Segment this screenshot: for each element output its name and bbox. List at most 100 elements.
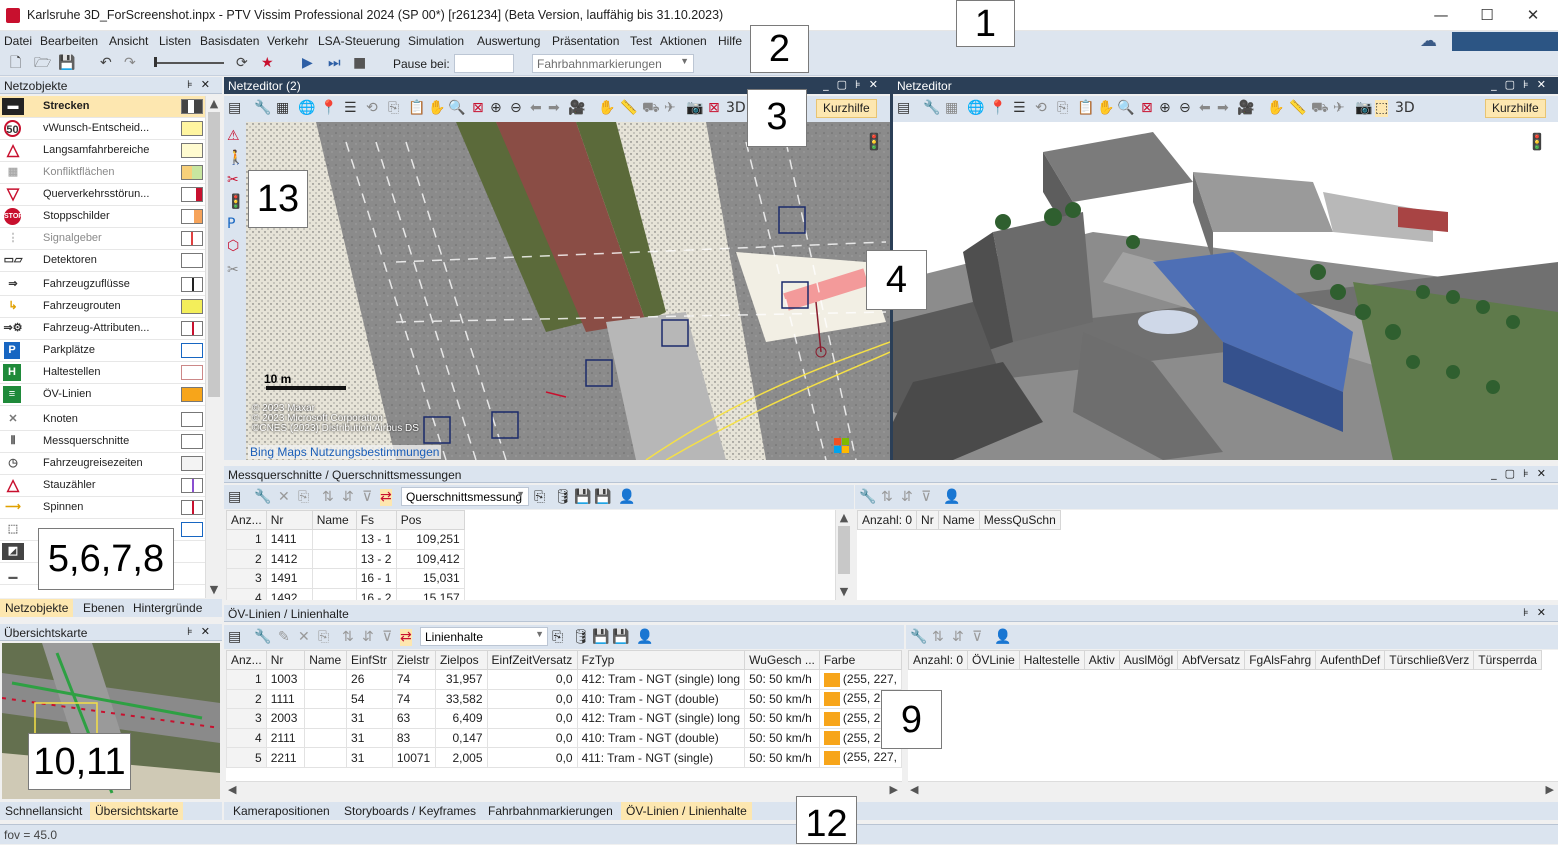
maximize-button[interactable]: ☐ [1464, 0, 1510, 31]
col-header[interactable]: Name [304, 650, 348, 670]
oev-list-select[interactable]: Linienhalte ▼ [420, 627, 548, 646]
panel-pin-close-icon[interactable]: ⊧✕ [187, 625, 218, 638]
col-header[interactable]: MessQuSchn [978, 510, 1061, 530]
editor3d-canvas[interactable]: 🚦 [893, 122, 1558, 460]
menu-test[interactable]: Test [630, 34, 652, 48]
wrench-icon[interactable]: 🔧 [254, 629, 271, 646]
list-item[interactable]: ⇒ Fahrzeugzuflüsse [0, 274, 206, 296]
signal-control-icon[interactable]: 🚦 [1527, 132, 1547, 152]
tab-fahrbahnmarkierungen[interactable]: Fahrbahnmarkierungen [483, 802, 618, 820]
list-item[interactable]: ▦ Konfliktflächen [0, 162, 206, 184]
sync-icon[interactable]: ⇄ [400, 629, 412, 646]
zoom-out-icon[interactable]: ⊖ [1179, 100, 1191, 117]
menu-basisdaten[interactable]: Basisdaten [200, 34, 259, 48]
table-row[interactable]: 5 2211 31 10071 2,005 0,0 411: Tram - NGT (sin… [226, 747, 902, 768]
copy-icon[interactable]: ⎘ [388, 100, 399, 117]
cell[interactable]: 15,157 [395, 587, 465, 600]
tab-schnellansicht[interactable]: Schnellansicht [0, 802, 87, 820]
col-header[interactable]: Haltestelle [1018, 650, 1085, 670]
table-row[interactable]: 4 1492 16 - 2 15,157 [226, 587, 465, 600]
filter-icon[interactable]: ⊽ [382, 629, 392, 646]
cell[interactable] [304, 688, 348, 710]
table-row[interactable]: 1 1003 26 74 31,957 0,0 412: Tram - NGT (singl… [226, 669, 902, 690]
cell[interactable]: 1412 [265, 548, 313, 570]
cell[interactable]: 16 - 1 [355, 568, 397, 589]
col-header[interactable]: Aktiv [1083, 650, 1120, 670]
table-row[interactable]: 4 2111 31 83 0,147 0,0 410: Tram - NGT (double… [226, 727, 902, 749]
style-swatch[interactable] [181, 478, 203, 493]
copy-list-icon[interactable]: ⎘ [534, 489, 545, 506]
save-icon[interactable]: 💾 [58, 55, 75, 72]
cell[interactable]: 2003 [265, 708, 306, 729]
list-item[interactable]: ≡ ÖV-Linien [0, 384, 206, 406]
zoom-in-icon[interactable]: ⊕ [1159, 100, 1171, 117]
cell[interactable]: 0,0 [486, 688, 578, 710]
style-swatch[interactable] [181, 412, 203, 427]
list-item[interactable]: ✕ Knoten [0, 409, 206, 431]
layers-icon[interactable]: ☰ [344, 100, 357, 117]
cell[interactable]: 109,251 [395, 529, 465, 550]
cell[interactable]: 1492 [265, 587, 313, 600]
add-user-icon[interactable]: 👤 [618, 489, 635, 506]
warning-icon[interactable]: ⚠ [227, 128, 240, 145]
undo-icon[interactable]: ↶ [100, 55, 112, 72]
save-as-icon[interactable]: 💾 [612, 629, 629, 646]
menu-auswertung[interactable]: Auswertung [477, 34, 540, 48]
scroll-down-icon[interactable]: ▼ [206, 582, 222, 598]
cell[interactable]: 411: Tram - NGT (single) [576, 747, 746, 768]
style-swatch[interactable] [181, 343, 203, 358]
list-item[interactable]: ▽ Querverkehrsstörun... [0, 184, 206, 206]
col-header[interactable]: AuslMögl [1118, 650, 1179, 670]
cell[interactable]: 412: Tram - NGT (single) long [576, 708, 746, 729]
cell[interactable]: 412: Tram - NGT (single) long [576, 669, 746, 690]
cell[interactable]: 50: 50 km/h [744, 727, 820, 749]
measure-icon[interactable]: 📏 [1289, 100, 1306, 117]
camera-icon[interactable]: 🎥 [568, 100, 585, 117]
list-item[interactable]: ⦀ Messquerschnitte [0, 431, 206, 453]
style-swatch[interactable] [181, 500, 203, 515]
kurzhilfe-button[interactable]: Kurzhilfe [1485, 99, 1546, 118]
col-header[interactable]: TürschließVerz [1384, 650, 1475, 670]
conflict-icon[interactable]: ✂ [227, 172, 239, 189]
cell[interactable]: (255, 227, [818, 747, 902, 768]
table-row[interactable]: 2 1111 54 74 33,582 0,0 410: Tram - NGT (doubl… [226, 688, 902, 710]
list-item[interactable]: ⇒⚙ Fahrzeug-Attributen... [0, 318, 206, 340]
remove-icon[interactable]: ⊠ [708, 100, 720, 117]
zoom-out-icon[interactable]: ⊖ [510, 100, 522, 117]
cell[interactable]: 2111 [265, 727, 306, 749]
cell[interactable]: 33,582 [434, 688, 488, 710]
hand-select-icon[interactable]: ✋ [598, 100, 615, 117]
list-item[interactable]: △ Stauzähler [0, 475, 206, 497]
sort-asc-icon[interactable]: ⇅ [322, 489, 334, 506]
cell[interactable]: 31 [346, 747, 393, 768]
signal-icon[interactable]: 🚦 [227, 194, 244, 211]
style-swatch[interactable] [181, 434, 203, 449]
scroll-up-icon[interactable]: ▲ [206, 96, 222, 112]
cell[interactable]: 13 - 1 [355, 529, 397, 550]
style-swatch[interactable] [181, 231, 203, 246]
pan-hand-icon[interactable]: ✋ [428, 100, 445, 117]
plane-icon[interactable]: ✈ [1333, 100, 1345, 117]
screenshot-icon[interactable]: 📷 [686, 100, 703, 117]
location-pin-icon[interactable]: 📍 [320, 100, 337, 117]
add-user-icon[interactable]: 👤 [943, 489, 960, 506]
filter-icon[interactable]: ⊽ [972, 629, 982, 646]
3d-toggle-icon[interactable]: 3D [726, 100, 746, 117]
cell[interactable]: 0,0 [486, 727, 578, 749]
list-view-icon[interactable]: ▤ [228, 489, 241, 506]
style-swatch[interactable] [181, 365, 203, 380]
cell[interactable]: 83 [391, 727, 436, 749]
parking-tool-icon[interactable]: P [227, 216, 235, 233]
cell[interactable]: 74 [391, 669, 436, 690]
cell[interactable]: 0,0 [486, 669, 578, 690]
database-icon[interactable]: 🛢 [554, 489, 572, 506]
style-swatch[interactable] [181, 165, 203, 180]
scrollbar[interactable]: ▲ ▼ [205, 96, 222, 598]
speed-slider[interactable] [154, 62, 224, 64]
sort-desc-icon[interactable]: ⇵ [342, 489, 354, 506]
pause-input[interactable] [454, 54, 514, 73]
menu-lsa-steuerung[interactable]: LSA-Steuerung [318, 34, 400, 48]
cell[interactable]: 54 [346, 688, 393, 710]
play-icon[interactable]: ▶ [302, 55, 313, 72]
col-header[interactable]: Nr [265, 510, 313, 530]
